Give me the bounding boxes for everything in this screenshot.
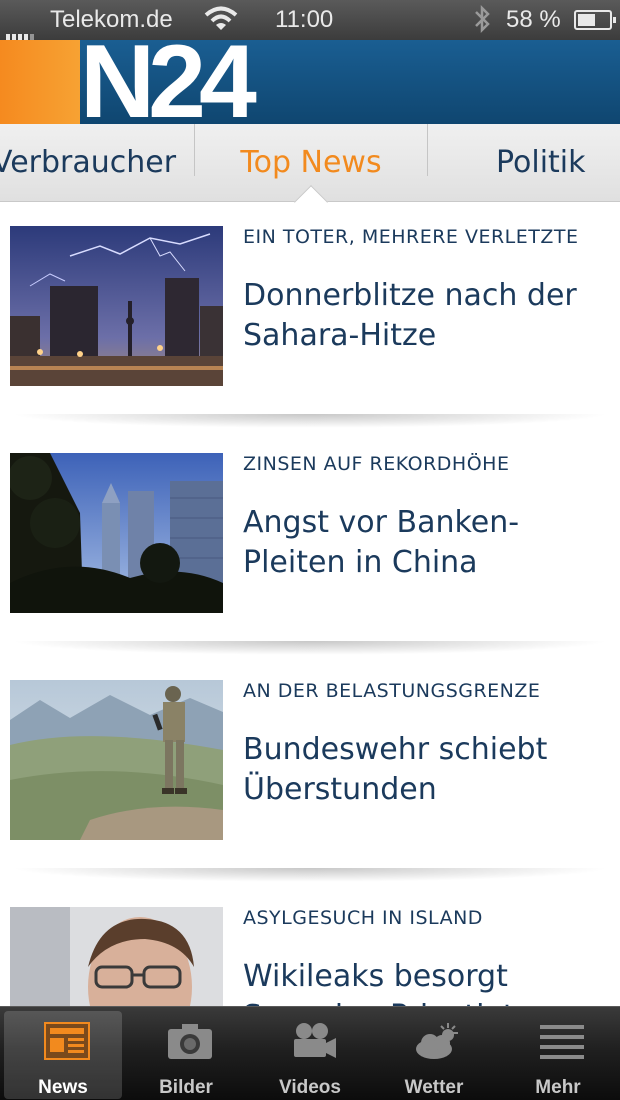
article-thumbnail[interactable] — [10, 680, 223, 840]
menu-icon — [540, 1025, 584, 1059]
video-camera-icon — [294, 1023, 336, 1058]
tabbar-label: Wetter — [404, 1077, 464, 1098]
tabbar-item-news[interactable]: News — [4, 1011, 122, 1099]
article-kicker: AN DER BELASTUNGSGRENZE — [243, 680, 541, 702]
carrier-name: Telekom.de — [50, 6, 173, 33]
bottom-tab-bar: News Bilder Videos Wetter Mehr — [0, 1006, 620, 1100]
clock: 11:00 — [275, 6, 334, 33]
tabbar-label: Videos — [279, 1077, 341, 1098]
tabbar-label: Bilder — [159, 1077, 213, 1098]
status-bar: Telekom.de 11:00 58 % — [0, 0, 620, 40]
tabbar-label: Mehr — [535, 1077, 581, 1098]
n24-logo: N24 — [80, 40, 257, 124]
bluetooth-icon — [475, 4, 490, 34]
article-headline[interactable]: Donnerblitze nach der Sahara-Hitze — [243, 276, 613, 356]
article-kicker: EIN TOTER, MEHRERE VERLETZTE — [243, 226, 579, 248]
newspaper-icon — [44, 1022, 90, 1060]
signal-strength-icon — [6, 12, 36, 40]
battery-icon — [574, 10, 616, 30]
tabbar-item-mehr[interactable]: Mehr — [499, 1011, 617, 1099]
tab-verbraucher[interactable]: Verbraucher — [0, 124, 176, 202]
brand-accent — [0, 40, 80, 124]
tab-divider — [427, 124, 428, 176]
article-divider — [10, 641, 610, 655]
article-thumbnail[interactable] — [10, 453, 223, 613]
article-divider — [10, 868, 610, 882]
article-item[interactable]: EIN TOTER, MEHRERE VERLETZTE Donnerblitz… — [0, 202, 620, 429]
article-kicker: ASYLGESUCH IN ISLAND — [243, 907, 483, 929]
app-header: N24 — [0, 40, 620, 124]
camera-icon — [168, 1024, 212, 1059]
article-headline[interactable]: Bundeswehr schiebt Überstunden — [243, 730, 613, 810]
article-item[interactable]: AN DER BELASTUNGSGRENZE Bundeswehr schie… — [0, 656, 620, 883]
thunderstorm-city-photo — [10, 226, 223, 386]
tabbar-item-videos[interactable]: Videos — [251, 1011, 369, 1099]
tab-divider — [194, 124, 195, 176]
tab-politik[interactable]: Politik — [496, 124, 586, 202]
skyscrapers-photo — [10, 453, 223, 613]
battery-percentage: 58 % — [506, 6, 561, 33]
article-kicker: ZINSEN AUF REKORDHÖHE — [243, 453, 510, 475]
tabbar-item-wetter[interactable]: Wetter — [375, 1011, 493, 1099]
wifi-icon — [204, 6, 238, 30]
article-divider — [10, 414, 610, 428]
tabbar-item-bilder[interactable]: Bilder — [127, 1011, 245, 1099]
article-thumbnail[interactable] — [10, 226, 223, 386]
weather-icon — [416, 1023, 458, 1059]
tabbar-label: News — [38, 1077, 88, 1098]
soldier-photo — [10, 680, 223, 840]
article-headline[interactable]: Angst vor Banken-Pleiten in China — [243, 503, 613, 583]
article-item[interactable]: ZINSEN AUF REKORDHÖHE Angst vor Banken-P… — [0, 429, 620, 656]
